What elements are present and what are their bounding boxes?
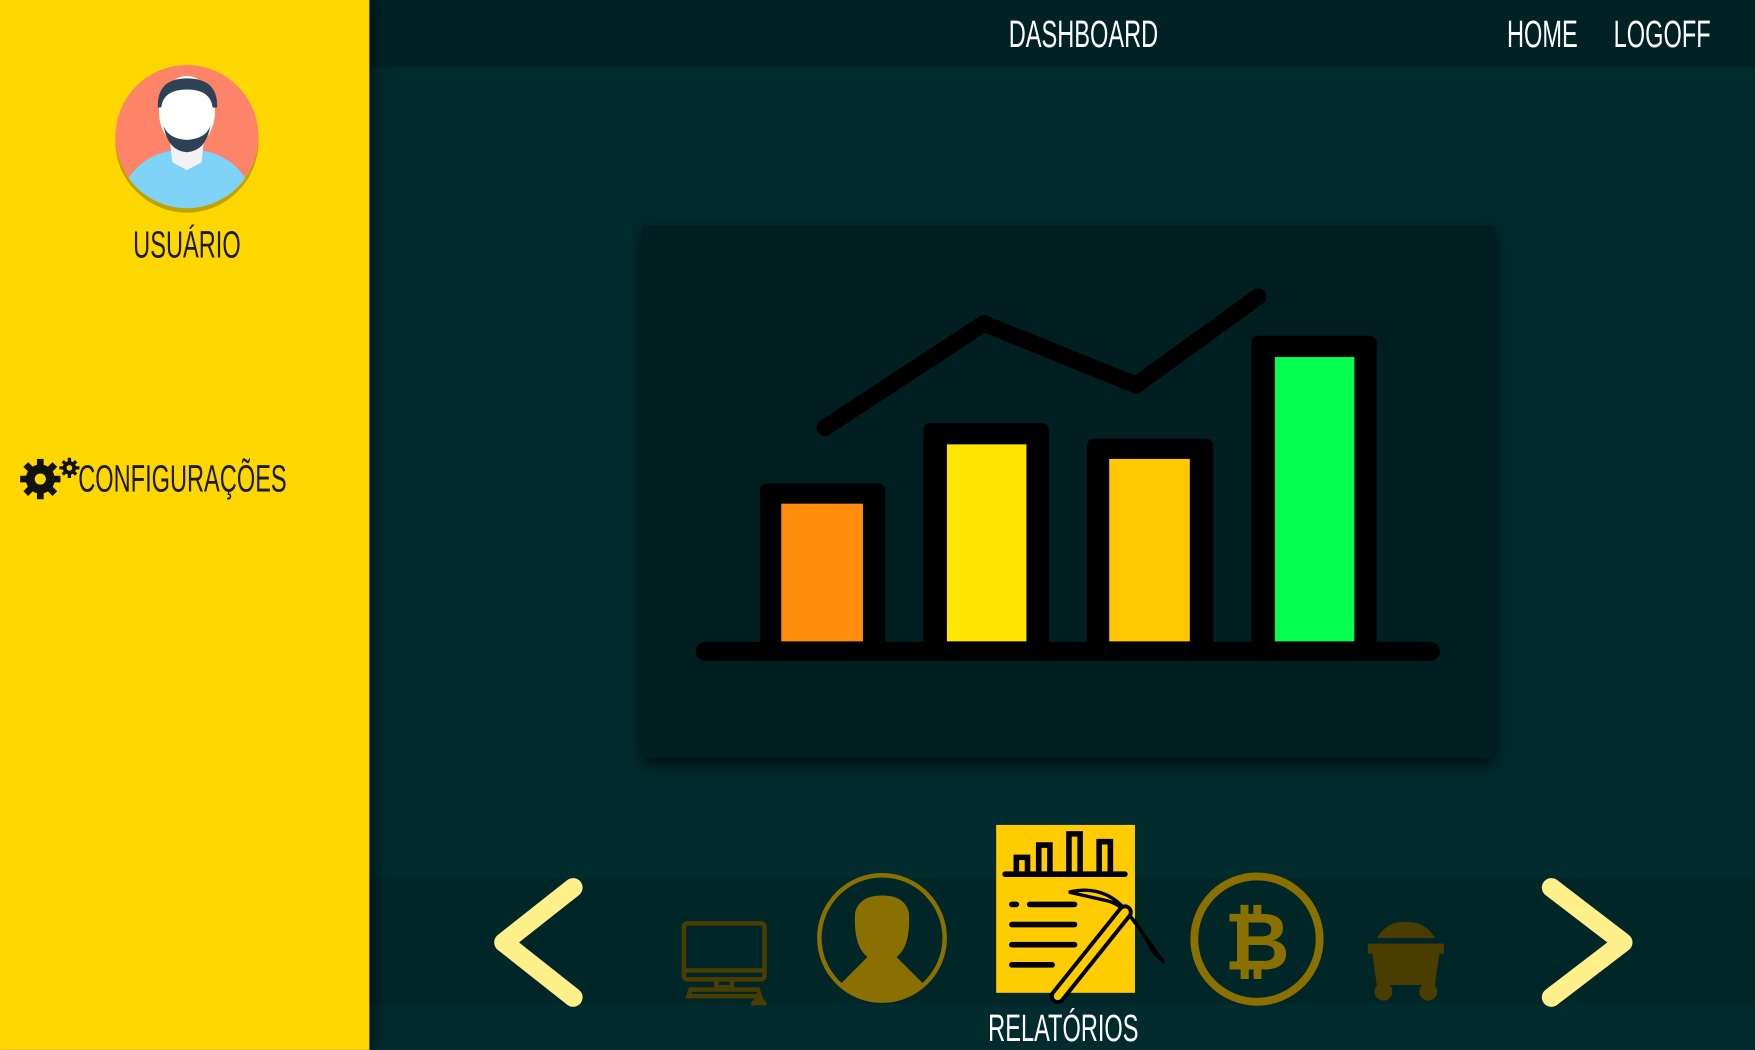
- carousel-active-label: RELATÓRIOS: [988, 1007, 1139, 1050]
- report-pickaxe-icon[interactable]: [996, 824, 1166, 1005]
- mine-cart-icon: [1367, 922, 1444, 1001]
- trend-line: [816, 288, 1267, 436]
- sidebar-item-configuracoes[interactable]: CONFIGURAÇÕES: [78, 460, 286, 498]
- sidebar: USUÁRIO CONFIGURAÇÕES: [0, 0, 370, 1050]
- user-silhouette-icon: [817, 873, 947, 1003]
- prev-arrow-icon: [494, 878, 583, 1007]
- avatar[interactable]: [0, 0, 369, 336]
- user-name: USUÁRIO: [133, 223, 241, 267]
- computer-icon: [681, 921, 768, 1007]
- svg-text:₿: ₿: [1224, 895, 1290, 989]
- next-arrow-icon: [1541, 878, 1633, 1007]
- bitcoin-icon: ₿: [1190, 872, 1324, 1006]
